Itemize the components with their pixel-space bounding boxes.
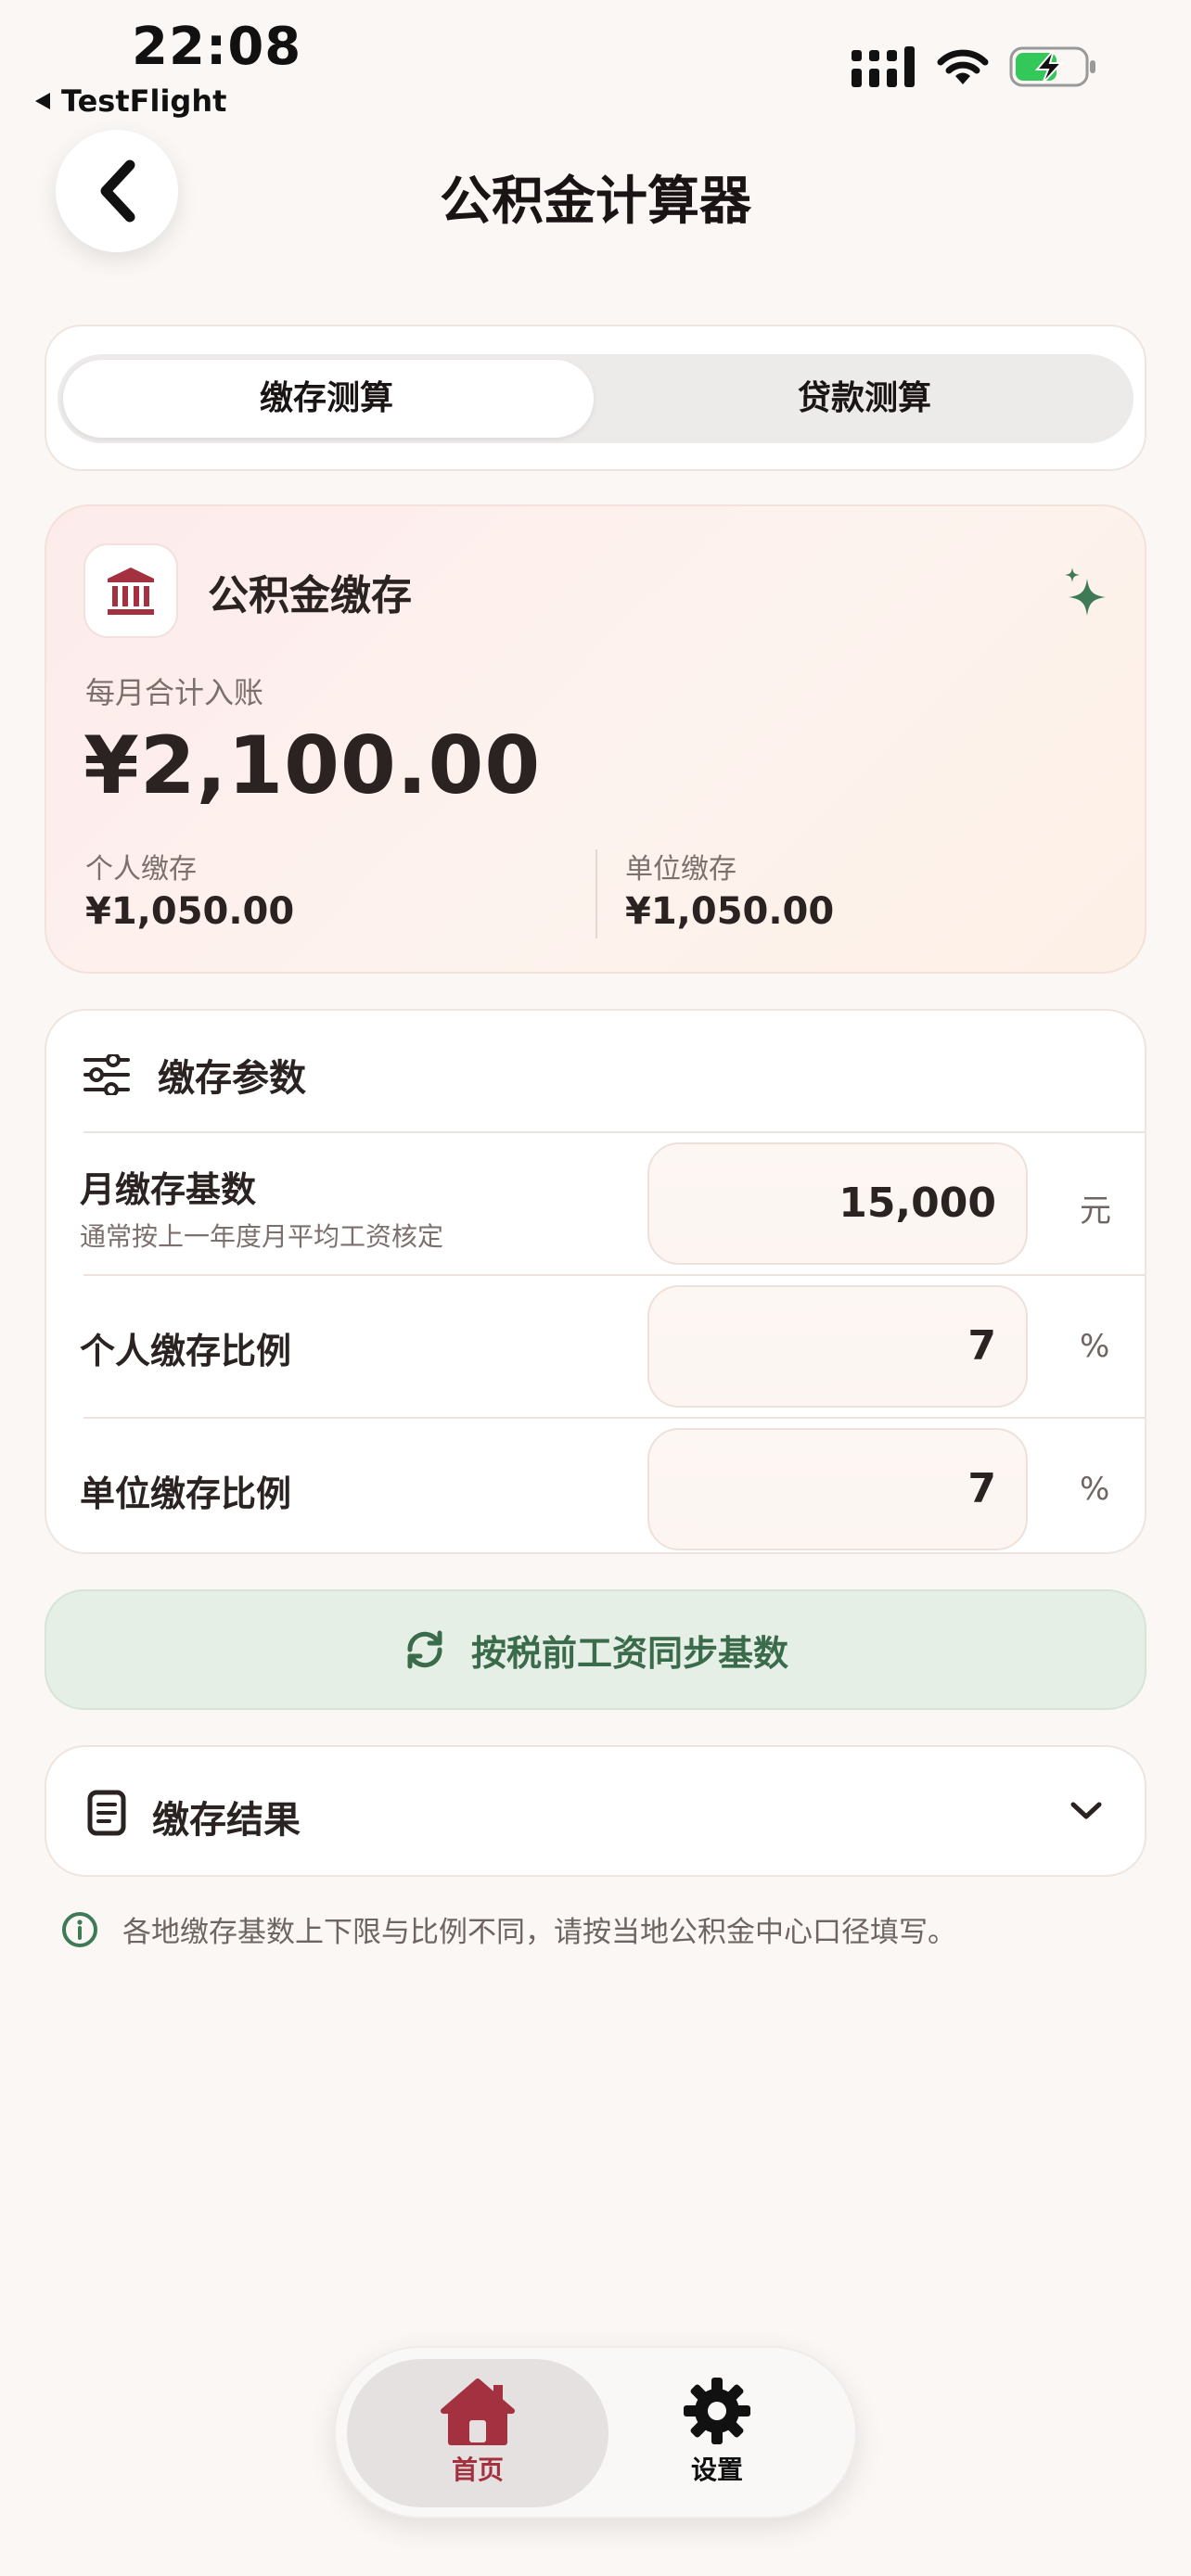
params-title: 缴存参数 xyxy=(158,1057,306,1100)
tab-loan-calc[interactable]: 贷款测算 xyxy=(596,354,1133,443)
sync-icon xyxy=(407,1630,442,1669)
wifi-icon xyxy=(937,49,989,84)
signal-icon xyxy=(852,46,915,87)
bank-icon xyxy=(108,567,154,615)
gear-icon xyxy=(684,2378,750,2444)
tab-settings-label: 设置 xyxy=(690,2455,743,2485)
segment-track: 缴存测算 贷款测算 xyxy=(58,354,1133,443)
back-triangle-icon xyxy=(35,93,50,109)
employer-ratio-unit: % xyxy=(1080,1471,1110,1508)
personal-ratio-label: 个人缴存比例 xyxy=(80,1331,292,1371)
row-divider xyxy=(83,1274,1145,1276)
battery-charging-icon xyxy=(1009,46,1095,87)
sliders-icon xyxy=(83,1054,130,1095)
deposit-summary-card: 公积金缴存 每月合计入账 ¥2,100.00 个人缴存 ¥1,050.00 单位… xyxy=(45,504,1146,974)
base-amount-input[interactable]: 15,000 xyxy=(647,1142,1028,1265)
personal-ratio-unit: % xyxy=(1080,1328,1110,1365)
info-note-text: 各地缴存基数上下限与比例不同，请按当地公积金中心口径填写。 xyxy=(122,1916,956,1949)
employer-deposit-label: 单位缴存 xyxy=(625,853,736,886)
total-label: 每月合计入账 xyxy=(85,675,264,710)
sync-button-label: 按税前工资同步基数 xyxy=(470,1632,788,1674)
row-divider xyxy=(83,1131,1145,1133)
sync-base-button[interactable]: 按税前工资同步基数 xyxy=(45,1589,1146,1710)
personal-deposit-label: 个人缴存 xyxy=(85,853,197,886)
sparkle-icon xyxy=(1065,567,1106,616)
home-icon xyxy=(441,2378,515,2445)
info-note: 各地缴存基数上下限与比例不同，请按当地公积金中心口径填写。 xyxy=(61,1908,956,1950)
tab-deposit-calc[interactable]: 缴存测算 xyxy=(58,354,596,443)
personal-deposit-value: ¥1,050.00 xyxy=(85,890,295,933)
info-icon xyxy=(62,1911,97,1947)
chevron-down-icon xyxy=(1070,1802,1102,1819)
results-section-toggle[interactable]: 缴存结果 xyxy=(45,1745,1146,1877)
base-amount-label: 月缴存基数 xyxy=(80,1169,257,1210)
results-title: 缴存结果 xyxy=(152,1799,301,1842)
tab-settings[interactable]: 设置 xyxy=(586,2376,848,2487)
mode-segmented-control: 缴存测算 贷款测算 xyxy=(45,325,1146,471)
bank-icon-box xyxy=(83,543,178,638)
personal-ratio-input[interactable]: 7 xyxy=(647,1285,1028,1408)
tab-home[interactable]: 首页 xyxy=(347,2376,608,2487)
deposit-params-card: 缴存参数 月缴存基数 通常按上一年度月平均工资核定 15,000 元 个人缴存比… xyxy=(45,1009,1146,1554)
back-to-app-link[interactable]: TestFlight xyxy=(35,83,226,119)
document-icon xyxy=(87,1790,126,1836)
summary-title: 公积金缴存 xyxy=(208,572,412,619)
total-amount: ¥2,100.00 xyxy=(83,720,542,812)
employer-ratio-input[interactable]: 7 xyxy=(647,1428,1028,1550)
row-divider xyxy=(83,1417,1145,1419)
status-time: 22:08 xyxy=(132,17,302,77)
page-title: 公积金计算器 xyxy=(440,172,751,232)
employer-deposit-value: ¥1,050.00 xyxy=(625,890,835,933)
params-header: 缴存参数 xyxy=(83,1048,306,1102)
summary-divider xyxy=(596,849,597,938)
base-amount-hint: 通常按上一年度月平均工资核定 xyxy=(80,1221,444,1252)
back-app-label: TestFlight xyxy=(61,83,227,119)
tab-home-label: 首页 xyxy=(451,2455,504,2485)
bottom-tab-bar: 首页 设置 xyxy=(334,2346,857,2519)
employer-ratio-label: 单位缴存比例 xyxy=(80,1473,292,1514)
status-icons xyxy=(852,46,1098,87)
base-amount-unit: 元 xyxy=(1080,1192,1111,1230)
